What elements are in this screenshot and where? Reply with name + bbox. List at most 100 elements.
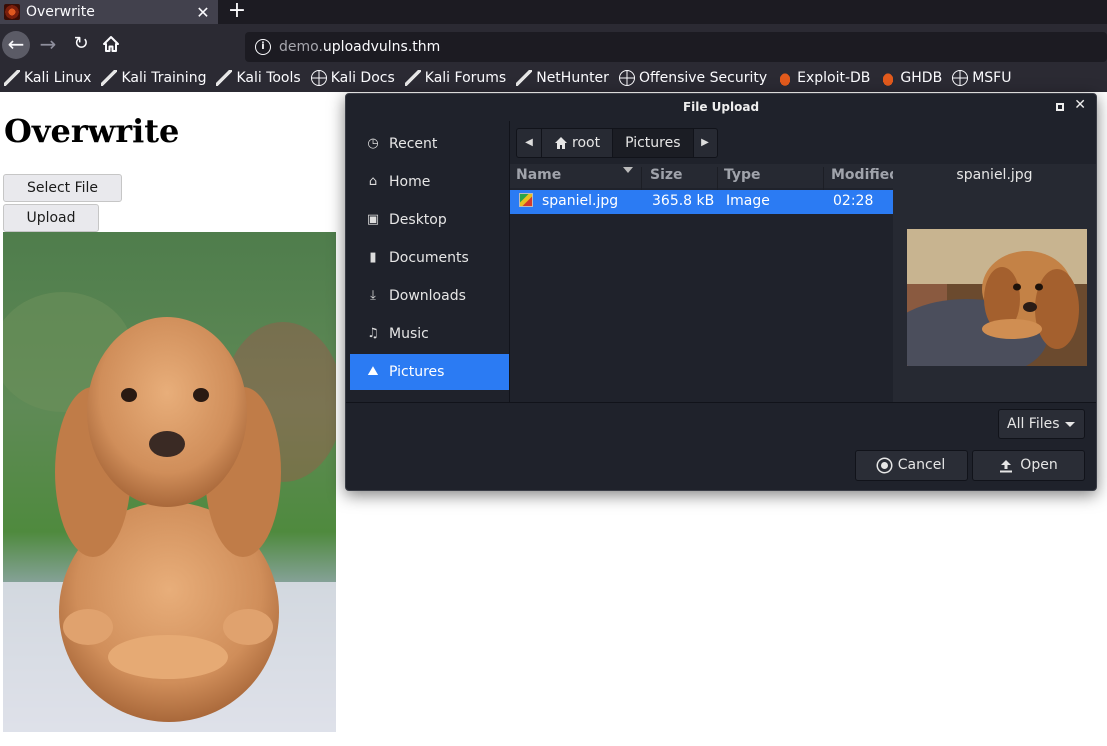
open-label: Open [1020,457,1058,473]
tab-title: Overwrite [26,4,95,20]
bookmark-label: Kali Docs [330,70,395,86]
bookmark-label: Kali Training [121,70,207,86]
bookmark-kali-linux[interactable]: Kali Linux [4,70,91,86]
bookmark-kali-forums[interactable]: Kali Forums [404,70,507,86]
places-sidebar: ◷ Recent ⌂ Home ▣ Desktop ▮ Documents ⤓ … [350,122,509,402]
kali-dragon-icon [516,70,533,86]
sidebar-item-documents[interactable]: ▮ Documents [350,240,509,276]
image-file-icon [519,193,533,207]
file-list: Name Size Type Modified spaniel.jpg 365.… [510,164,899,402]
kali-dragon-icon [4,70,20,86]
sidebar-item-label: Documents [389,250,469,266]
column-header-type[interactable]: Type [724,167,761,183]
bookmark-label: Kali Linux [24,70,92,86]
desktop-icon: ▣ [366,212,380,227]
upload-icon [1000,459,1013,472]
column-divider [717,167,718,191]
sidebar-item-pictures[interactable]: ⛰ Pictures [350,354,509,390]
close-icon[interactable]: ✕ [1074,97,1086,113]
file-row[interactable]: spaniel.jpg 365.8 kB Image 02:28 [510,190,893,214]
path-label: root [572,135,601,151]
cancel-icon [877,459,891,472]
upload-button[interactable]: Upload [3,204,99,232]
cancel-label: Cancel [897,457,946,473]
bookmark-label: Kali Forums [424,70,507,86]
bookmark-nethunter[interactable]: NetHunter [516,70,609,86]
bookmark-kali-docs[interactable]: Kali Docs [310,70,395,86]
globe-icon [310,70,327,86]
path-button-root[interactable]: root [541,129,612,157]
path-scroll-left-icon[interactable]: ◀ [517,129,541,157]
footer-divider [346,402,1096,403]
navigation-toolbar: ← → ↻ i demo.uploadvulns.thm [0,24,1107,64]
file-modified: 02:28 [833,193,874,209]
column-header-size[interactable]: Size [650,167,683,183]
preview-filename: spaniel.jpg [956,167,1033,183]
home-icon: ⌂ [368,174,378,189]
sidebar-item-label: Home [389,174,431,190]
url-host-prefix: demo. [279,39,323,55]
file-name: spaniel.jpg [542,193,619,209]
home-icon [555,137,567,149]
file-list-header: Name Size Type Modified [510,164,899,191]
page-title: Overwrite [4,112,180,150]
site-info-icon[interactable]: i [255,39,271,55]
reload-button[interactable]: ↻ [70,32,92,56]
url-text: demo.uploadvulns.thm [279,39,440,55]
spaniel-puppy-image [3,232,336,732]
sidebar-item-label: Recent [389,136,438,152]
maximize-icon[interactable] [1056,103,1064,111]
sidebar-item-downloads[interactable]: ⤓ Downloads [350,278,509,314]
sort-descending-icon [623,167,633,173]
sidebar-item-label: Music [389,326,429,342]
bookmark-msfu[interactable]: MSFU [952,70,1011,86]
sidebar-item-label: Desktop [389,212,447,228]
kali-dragon-icon [216,70,233,86]
music-icon: ♫ [367,326,379,341]
chevron-down-icon [1065,422,1075,427]
column-header-name[interactable]: Name [516,167,561,183]
document-icon: ▮ [369,250,377,265]
cancel-button[interactable]: Cancel [855,450,968,481]
file-upload-dialog: File Upload ✕ ◷ Recent ⌂ Home ▣ Desktop … [345,93,1097,491]
kali-dragon-icon [101,70,118,86]
home-button[interactable] [101,34,123,56]
sidebar-item-label: Downloads [389,288,466,304]
bookmark-ghdb[interactable]: GHDB [880,70,942,86]
reload-icon: ↻ [73,33,89,54]
path-scroll-right-icon[interactable]: ▶ [692,129,717,157]
bookmark-kali-tools[interactable]: Kali Tools [216,70,301,86]
forward-button[interactable]: → [36,32,60,56]
file-type-filter[interactable]: All Files [998,409,1085,439]
column-divider [823,167,824,191]
bookmark-exploit-db[interactable]: Exploit-DB [777,70,870,86]
sidebar-item-music[interactable]: ♫ Music [350,316,509,352]
sidebar-item-home[interactable]: ⌂ Home [350,164,509,200]
home-icon [103,36,119,52]
bookmark-label: NetHunter [536,70,609,86]
arrow-right-icon: → [39,32,57,56]
bookmark-offensive-security[interactable]: Offensive Security [618,70,768,86]
bookmark-label: GHDB [900,70,943,86]
close-tab-icon[interactable]: ✕ [194,3,212,22]
open-button[interactable]: Open [972,450,1085,481]
new-tab-button[interactable]: + [226,0,248,24]
sidebar-item-desktop[interactable]: ▣ Desktop [350,202,509,238]
column-header-modified[interactable]: Modified [831,167,899,183]
path-label: Pictures [625,135,681,151]
sidebar-item-recent[interactable]: ◷ Recent [350,126,509,162]
dialog-title: File Upload [682,100,760,114]
bookmark-kali-training[interactable]: Kali Training [101,70,206,86]
globe-icon [952,70,969,86]
url-bar[interactable]: i demo.uploadvulns.thm [245,32,1107,62]
exploitdb-icon [777,70,794,86]
kali-dragon-icon [404,70,421,86]
browser-tab[interactable]: Overwrite ✕ [0,0,218,24]
bookmark-label: Offensive Security [638,70,768,86]
clock-icon: ◷ [367,136,379,151]
select-file-button[interactable]: Select File [3,174,122,202]
back-button[interactable]: ← [2,31,30,59]
arrow-left-icon: ← [7,32,25,56]
file-size: 365.8 kB [652,193,715,209]
path-button-pictures[interactable]: Pictures [612,129,693,157]
